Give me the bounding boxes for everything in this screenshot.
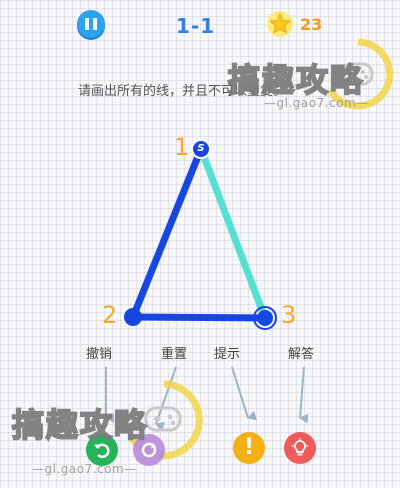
solution-arrow	[299, 366, 309, 424]
lightbulb-icon	[292, 438, 308, 456]
solution-button[interactable]	[284, 432, 316, 464]
hint-button[interactable]: !	[233, 432, 265, 464]
watermark-url-text-bottom: —gl.gao7.com—	[32, 462, 137, 476]
watermark-brand-text-bottom: 搞趣攻略	[11, 405, 149, 445]
exclamation-icon: !	[243, 435, 255, 460]
hint-arrow	[231, 366, 258, 421]
